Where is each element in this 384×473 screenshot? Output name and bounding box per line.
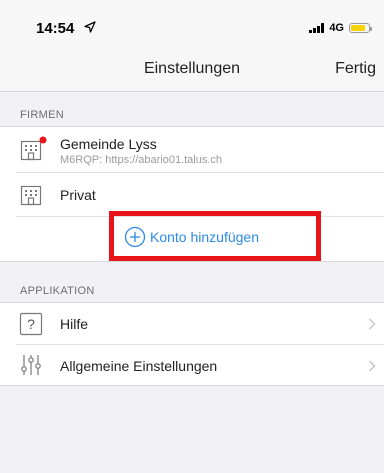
- network-type: 4G: [329, 22, 344, 34]
- svg-text:?: ?: [27, 316, 35, 332]
- row-label: Hilfe: [60, 316, 89, 332]
- navigation-bar: Einstellungen Fertig: [0, 44, 384, 92]
- section-header-firmen: FIRMEN: [20, 109, 64, 121]
- company-subtitle: M6RQP: https://abario01.talus.ch: [60, 154, 223, 166]
- building-icon: [20, 185, 42, 206]
- add-account-label: Konto hinzufügen: [150, 229, 259, 245]
- company-name: Gemeinde Lyss: [60, 136, 157, 152]
- section-header-applikation: APPLIKATION: [20, 285, 95, 297]
- company-name: Privat: [60, 187, 96, 203]
- chevron-right-icon: [369, 318, 376, 330]
- row-label: Allgemeine Einstellungen: [60, 358, 218, 374]
- settings-row-hilfe[interactable]: ? Hilfe: [0, 303, 384, 344]
- status-dot: [39, 136, 47, 144]
- company-row-privat[interactable]: Privat: [0, 173, 384, 216]
- row-divider: [16, 216, 384, 217]
- status-time: 14:54: [36, 20, 75, 37]
- battery-icon: [349, 23, 372, 33]
- plus-circle-icon: [124, 226, 146, 248]
- applikation-group: ? Hilfe Allgemeine Einstellungen: [0, 302, 384, 386]
- page-title: Einstellungen: [143, 60, 241, 77]
- status-bar: 14:54 4G: [0, 0, 384, 44]
- help-icon: ?: [19, 312, 43, 336]
- location-arrow-icon: [84, 21, 96, 33]
- cell-signal-icon: [309, 23, 325, 33]
- battery-fill: [351, 25, 365, 31]
- sliders-icon: [21, 355, 41, 375]
- add-account-button[interactable]: Konto hinzufügen: [124, 226, 259, 248]
- chevron-right-icon: [369, 360, 376, 372]
- company-row-gemeinde-lyss[interactable]: Gemeinde Lyss M6RQP: https://abario01.ta…: [0, 127, 384, 172]
- settings-row-allgemeine-einstellungen[interactable]: Allgemeine Einstellungen: [0, 345, 384, 386]
- done-button[interactable]: Fertig: [335, 60, 376, 78]
